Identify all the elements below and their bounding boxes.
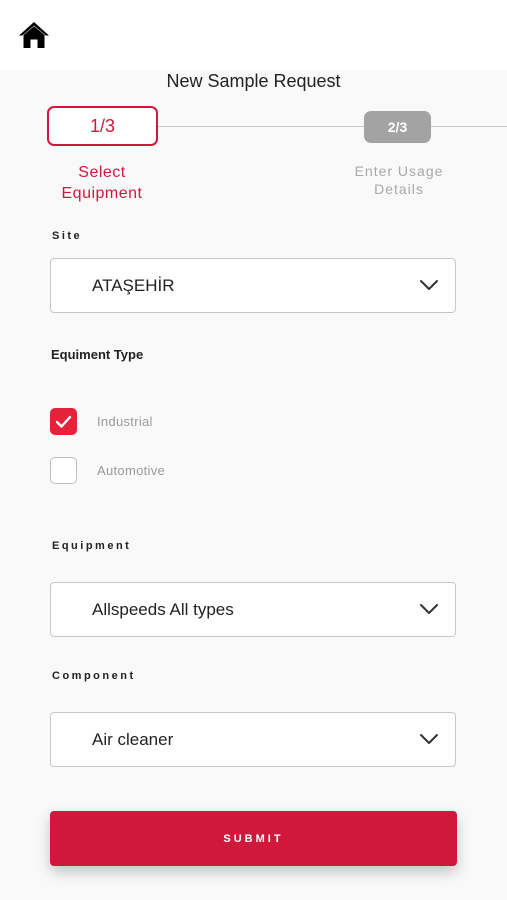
industrial-checkbox-label[interactable]: Industrial [97, 414, 153, 429]
step-1-label-line1: Select [78, 164, 126, 181]
step-2-label-line1: Enter Usage [354, 163, 444, 179]
submit-button-label: SUBMIT [223, 832, 284, 845]
chevron-down-icon [420, 734, 438, 744]
equipment-select[interactable]: Allspeeds All types [50, 582, 456, 637]
automotive-checkbox-label[interactable]: Automotive [97, 463, 165, 478]
site-value: ATAŞEHİR [92, 276, 175, 295]
step-2-number: 2/3 [387, 119, 408, 135]
step-2-label-line2: Details [374, 181, 424, 197]
home-icon [19, 22, 49, 48]
stepper-connector-tail [431, 126, 507, 127]
step-1-number: 1/3 [89, 115, 116, 136]
step-2-label: Enter Usage Details [344, 162, 454, 198]
site-select[interactable]: ATAŞEHİR [50, 258, 456, 313]
component-label: Component [52, 670, 136, 682]
step-1-label: Select Equipment [42, 162, 162, 204]
automotive-checkbox[interactable] [50, 457, 77, 484]
step-1-indicator[interactable]: 1/3 [47, 106, 158, 146]
step-1-label-line2: Equipment [61, 185, 143, 202]
stepper-connector [158, 126, 364, 127]
equipment-value: Allspeeds All types [92, 600, 234, 619]
top-bar [0, 0, 507, 70]
chevron-down-icon [420, 604, 438, 614]
home-button[interactable] [18, 20, 50, 50]
equipment-type-label: Equiment Type [51, 347, 144, 362]
component-value: Air cleaner [92, 730, 174, 749]
industrial-checkbox[interactable] [50, 408, 77, 435]
equipment-label: Equipment [52, 540, 132, 552]
checkmark-icon [55, 415, 72, 428]
step-2-indicator[interactable]: 2/3 [364, 111, 431, 143]
component-select[interactable]: Air cleaner [50, 712, 456, 767]
submit-button[interactable]: SUBMIT [50, 811, 457, 866]
page-title: New Sample Request [166, 71, 341, 91]
chevron-down-icon [420, 280, 438, 290]
site-label: Site [52, 230, 83, 242]
